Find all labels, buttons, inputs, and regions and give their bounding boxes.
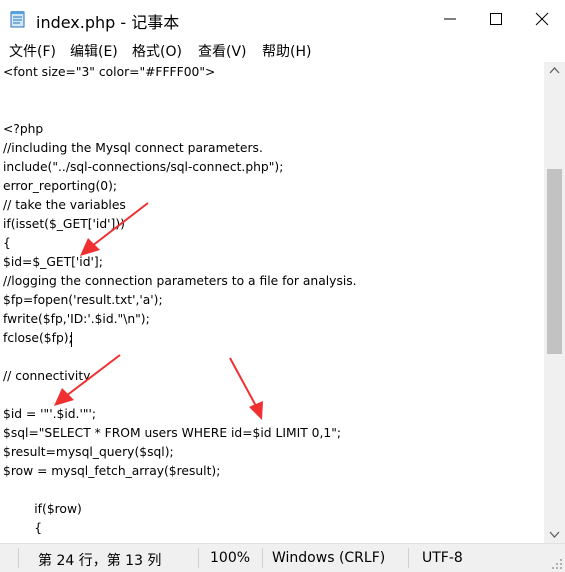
close-button[interactable] <box>519 0 565 38</box>
code-line: $sql="SELECT * FROM users WHERE id=$id L… <box>3 426 341 440</box>
menu-view[interactable]: 查看(V) <box>198 41 247 61</box>
code-line: if(isset($_GET['id'])) <box>3 217 125 231</box>
text-editor[interactable]: <font size="3" color="#FFFF00"> <?php //… <box>0 62 544 543</box>
code-line: $id=$_GET['id']; <box>3 255 103 269</box>
status-divider <box>408 548 409 568</box>
vertical-scrollbar[interactable] <box>544 62 565 543</box>
code-line: // take the variables <box>3 198 126 212</box>
scrollbar-thumb[interactable] <box>547 169 562 354</box>
code-line: include("../sql-connections/sql-connect.… <box>3 160 284 174</box>
code-line: <?php <box>3 122 44 136</box>
minimize-icon <box>444 18 456 20</box>
chevron-down-icon <box>549 531 560 538</box>
resize-grip-icon[interactable] <box>551 558 563 570</box>
notepad-icon <box>10 10 26 28</box>
maximize-button[interactable] <box>473 0 519 38</box>
status-divider <box>198 548 199 568</box>
code-line: { <box>3 236 11 250</box>
status-cursor-position: 第 24 行，第 13 列 <box>38 553 162 569</box>
status-zoom: 100% <box>210 550 251 566</box>
code-line: fclose($fp); <box>3 331 73 345</box>
code-line: $result=mysql_query($sql); <box>3 445 174 459</box>
code-line: { <box>3 521 43 535</box>
menu-file[interactable]: 文件(F) <box>9 41 56 61</box>
chevron-up-icon <box>549 67 560 74</box>
status-bar: 第 24 行，第 13 列 100% Windows (CRLF) UTF-8 <box>0 544 565 572</box>
maximize-icon <box>490 13 502 25</box>
menu-bar: 文件(F) 编辑(E) 格式(O) 查看(V) 帮助(H) <box>0 38 565 62</box>
text-caret <box>71 332 72 347</box>
title-bar: index.php - 记事本 <box>0 0 565 38</box>
window-title: index.php - 记事本 <box>36 13 180 32</box>
code-line: $row = mysql_fetch_array($result); <box>3 464 221 478</box>
scroll-up-button[interactable] <box>544 62 565 79</box>
close-icon <box>535 12 549 26</box>
status-line-ending: Windows (CRLF) <box>272 550 386 566</box>
status-divider <box>262 548 263 568</box>
menu-format[interactable]: 格式(O) <box>132 41 182 61</box>
code-line: if($row) <box>3 502 82 516</box>
code-line: <font size="3" color="#FFFF00"> <box>3 65 216 79</box>
code-line: //logging the connection parameters to a… <box>3 274 357 288</box>
code-line: $fp=fopen('result.txt','a'); <box>3 293 163 307</box>
code-line: // connectivity <box>3 369 91 383</box>
status-encoding: UTF-8 <box>422 550 463 566</box>
menu-help[interactable]: 帮助(H) <box>262 41 311 61</box>
menu-edit[interactable]: 编辑(E) <box>70 41 118 61</box>
scroll-down-button[interactable] <box>544 526 565 543</box>
code-line: $id = '"'.$id.'"'; <box>3 407 97 421</box>
code-line: error_reporting(0); <box>3 179 118 193</box>
code-line: fwrite($fp,'ID:'.$id."\n"); <box>3 312 150 326</box>
minimize-button[interactable] <box>427 0 473 38</box>
status-divider <box>18 548 19 568</box>
code-line: //including the Mysql connect parameters… <box>3 141 263 155</box>
